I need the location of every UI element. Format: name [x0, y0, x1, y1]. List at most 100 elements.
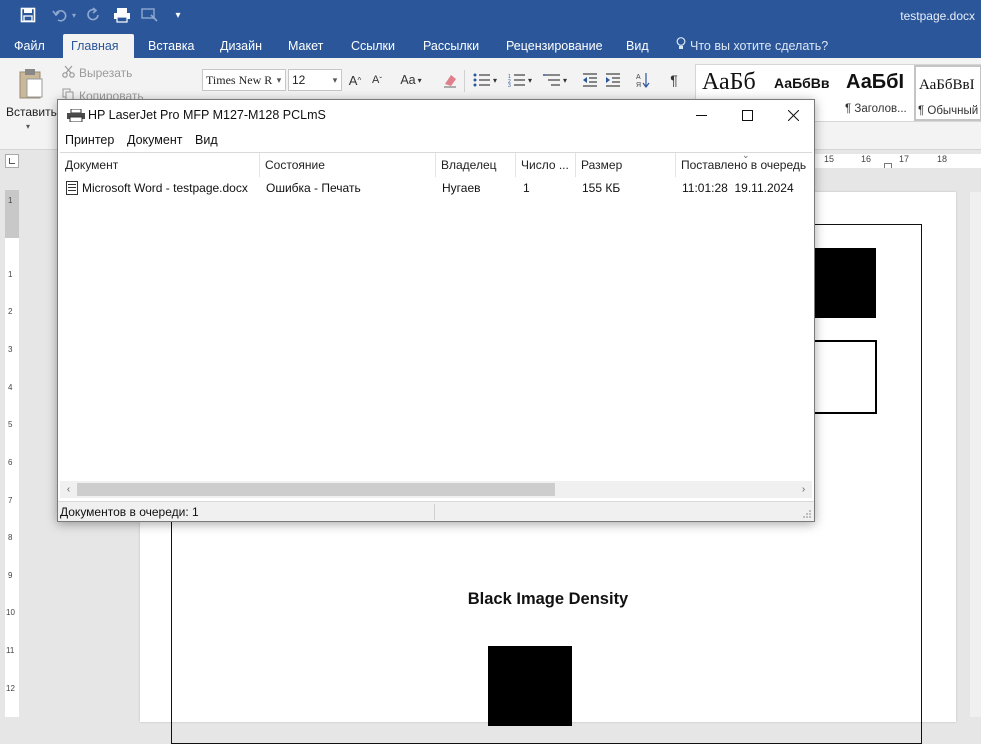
font-size-value: 12 [292, 73, 306, 87]
tab-references[interactable]: Ссылки [343, 34, 403, 58]
tab-home[interactable]: Главная [63, 34, 134, 58]
style-sample: АаБбI [846, 71, 905, 93]
print-queue-window: HP LaserJet Pro MFP M127-M128 PCLmS Прин… [57, 99, 815, 522]
document-title: testpage.docx [900, 9, 975, 23]
scrollbar-thumb[interactable] [77, 483, 555, 496]
customize-qat-icon[interactable]: ▾ [168, 4, 188, 26]
style-tile-normal[interactable]: АаБбВвI ¶ Обычный [914, 65, 981, 121]
status-divider [434, 504, 435, 520]
svg-text:Я: Я [636, 82, 641, 88]
style-sample: АаБбВв [774, 75, 830, 91]
tab-selector[interactable] [5, 154, 19, 168]
multilevel-list-icon[interactable]: ▾ [540, 70, 570, 90]
font-name-box[interactable]: Times New R ▾ [202, 69, 286, 91]
tab-insert[interactable]: Вставка [140, 34, 202, 58]
tell-me-label: Что вы хотите сделать? [690, 39, 829, 53]
scroll-right-arrow-icon[interactable]: › [795, 481, 812, 498]
show-formatting-marks-icon[interactable]: ¶ [664, 70, 684, 90]
tab-file[interactable]: Файл [6, 34, 53, 58]
font-name-dropdown-icon[interactable]: ▾ [274, 70, 284, 90]
minimize-button[interactable] [678, 100, 724, 130]
tab-review[interactable]: Рецензирование [498, 34, 611, 58]
style-name: ¶ Заголов... [845, 103, 907, 115]
ruler-number: 3 [8, 345, 13, 354]
style-sample: АаБбВвI [919, 77, 975, 93]
column-header-owner[interactable]: Владелец [436, 153, 516, 177]
touch-mode-icon[interactable] [138, 4, 162, 26]
decrease-indent-icon[interactable] [580, 70, 600, 90]
column-header-size[interactable]: Размер [576, 153, 676, 177]
menu-view[interactable]: Вид [195, 133, 218, 147]
job-document: Microsoft Word - testpage.docx [82, 181, 248, 195]
ruler-number: 17 [899, 154, 910, 164]
ruler-number: 8 [8, 533, 13, 542]
change-case-button[interactable]: Aa ▾ [395, 70, 427, 90]
scroll-left-arrow-icon[interactable]: ‹ [60, 481, 77, 498]
undo-dropdown-icon[interactable]: ▾ [68, 4, 80, 26]
print-icon[interactable] [110, 4, 134, 26]
print-queue-title: HP LaserJet Pro MFP M127-M128 PCLmS [88, 108, 326, 122]
ruler-number: 12 [6, 684, 15, 693]
change-case-dropdown-icon: ▾ [417, 75, 422, 85]
increase-indent-icon[interactable] [603, 70, 623, 90]
save-icon[interactable] [16, 4, 40, 26]
tab-mailings[interactable]: Рассылки [415, 34, 487, 58]
paste-button[interactable]: Вставить ▾ [4, 64, 57, 134]
document-job-icon [66, 181, 78, 195]
print-job-list[interactable]: Документ Состояние Владелец Число ... Ра… [60, 150, 812, 482]
document-vertical-scrollbar[interactable] [970, 192, 981, 717]
ruler-number: 7 [8, 496, 13, 505]
density-black-square [488, 646, 572, 726]
tell-me-box[interactable]: Что вы хотите сделать? [676, 34, 828, 58]
shrink-font-icon[interactable]: Aˇ [368, 70, 386, 90]
clear-formatting-icon[interactable] [440, 70, 460, 90]
queue-count-text: Документов в очереди: 1 [60, 505, 199, 519]
font-size-dropdown-icon[interactable]: ▾ [330, 70, 340, 90]
sort-icon[interactable]: AЯ [633, 70, 653, 90]
ruler-number: 18 [937, 154, 948, 164]
grow-font-icon[interactable]: A ^ [346, 70, 364, 90]
cut-button[interactable]: Вырезать [62, 65, 132, 81]
menu-document[interactable]: Документ [127, 133, 182, 147]
change-case-label: Aa [400, 73, 416, 87]
column-header-pages[interactable]: Число ... [516, 153, 576, 177]
job-pages: 1 [523, 181, 530, 195]
menu-printer[interactable]: Принтер [65, 133, 114, 147]
clipboard-icon [19, 69, 43, 99]
ruler-number: 6 [8, 458, 13, 467]
right-indent-marker[interactable] [884, 163, 892, 168]
sort-chevron-icon: ⌄ [742, 150, 750, 160]
numbering-icon[interactable]: 1 2 3 ▾ [505, 70, 535, 90]
ruler-number: 15 [824, 154, 835, 164]
black-square [812, 248, 876, 318]
font-size-box[interactable]: 12 ▾ [288, 69, 342, 91]
vertical-ruler[interactable]: 1 1 2 3 4 5 6 7 8 9 10 11 12 [5, 190, 19, 717]
printer-icon [67, 109, 85, 122]
ruler-number: 1 [8, 270, 13, 279]
print-queue-menu-bar: Принтер Документ Вид [58, 130, 814, 151]
tab-design[interactable]: Дизайн [212, 34, 270, 58]
maximize-button[interactable] [724, 100, 770, 130]
horizontal-ruler[interactable]: 15 16 17 18 [812, 154, 981, 168]
ruler-number: 5 [8, 420, 13, 429]
job-submitted: 11:01:28 19.11.2024 [682, 181, 794, 195]
ruler-number: 9 [8, 571, 13, 580]
resize-grip-icon[interactable] [802, 509, 812, 519]
close-button[interactable] [770, 100, 816, 130]
style-tile-heading[interactable]: АаБбI ¶ Заголов... [843, 65, 918, 121]
close-icon [787, 109, 799, 121]
horizontal-scrollbar[interactable]: ‹ › [60, 481, 812, 498]
column-header-status[interactable]: Состояние [260, 153, 436, 177]
tab-layout[interactable]: Макет [280, 34, 331, 58]
tab-view[interactable]: Вид [618, 34, 657, 58]
maximize-icon [741, 109, 753, 121]
scissors-icon [62, 65, 75, 81]
ruler-number: 2 [8, 307, 13, 316]
print-queue-title-bar[interactable]: HP LaserJet Pro MFP M127-M128 PCLmS [58, 100, 814, 130]
column-header-document[interactable]: Документ [60, 153, 260, 177]
bullets-icon[interactable]: ▾ [470, 70, 500, 90]
word-title-bar: ▾ ▾ testpage.docx [0, 0, 981, 34]
redo-icon[interactable] [82, 4, 106, 26]
job-size: 155 КБ [582, 181, 621, 195]
density-heading: Black Image Density [467, 590, 629, 608]
